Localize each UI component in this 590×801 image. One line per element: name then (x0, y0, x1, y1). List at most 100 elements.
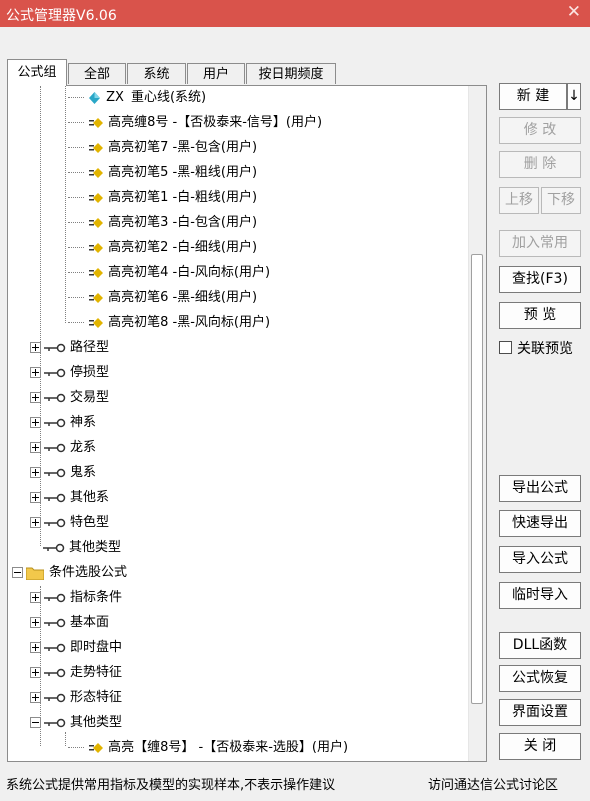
checkbox-box[interactable] (499, 341, 512, 354)
tree-node[interactable]: 鬼系 (30, 461, 96, 485)
tree-node[interactable]: 交易型 (30, 386, 109, 410)
tab-user[interactable]: 用户 (187, 63, 245, 84)
tree-node[interactable]: 基本面 (30, 611, 109, 635)
tree-node[interactable]: 形态特征 (30, 686, 122, 710)
tree-leaf[interactable]: 高亮初笔1 -白-粗线(用户) (68, 186, 257, 210)
tree-node[interactable]: 其他类型 (30, 711, 122, 735)
tree-leaf-label: 高亮初笔4 -白-风向标(用户) (108, 265, 271, 280)
tab-by-date-frequency[interactable]: 按日期频度 (246, 63, 336, 84)
move-up-button[interactable]: 上移 (499, 187, 539, 214)
tree-node-label: 鬼系 (70, 465, 97, 480)
tree-node[interactable]: 神系 (30, 411, 96, 435)
delete-button[interactable]: 删 除 (499, 151, 581, 178)
linked-preview-label: 关联预览 (517, 341, 573, 357)
new-dropdown-button[interactable]: ↓ (567, 83, 581, 110)
tree-node[interactable]: 其他系 (30, 486, 109, 510)
tree-leaf[interactable]: 高亮初笔3 -白-包含(用户) (68, 211, 257, 235)
expand-icon[interactable] (30, 342, 41, 353)
expand-icon[interactable] (30, 392, 41, 403)
modify-button[interactable]: 修 改 (499, 117, 581, 144)
tree-scrollbar[interactable] (468, 86, 486, 761)
tree-leaf-label: 高亮缠8号 -【否极泰来-信号】(用户) (108, 115, 323, 130)
collapse-icon[interactable] (12, 567, 23, 578)
tree-leaf-label: 高亮初笔3 -白-包含(用户) (108, 215, 258, 230)
move-down-button[interactable]: 下移 (541, 187, 581, 214)
window-title: 公式管理器V6.06 (6, 8, 117, 24)
expand-icon[interactable] (30, 592, 41, 603)
tree-node[interactable]: 指标条件 (30, 586, 122, 610)
expand-icon[interactable] (30, 667, 41, 678)
formula-eq-icon (89, 292, 104, 303)
formula-eq-icon (89, 742, 104, 753)
key-icon (43, 543, 65, 552)
folder-icon (26, 567, 44, 580)
tree-leaf[interactable]: 高亮【缠8号】 -【否极泰来-选股】(用户) (68, 736, 348, 760)
formula-tree[interactable]: ZX 重心线(系统) 高亮缠8号 -【否极泰来-信号】(用户) 高亮初笔7 -黑-… (7, 85, 487, 762)
close-button[interactable]: 关 闭 (499, 733, 581, 760)
tree-leaf[interactable]: ZX 重心线(系统) (68, 86, 206, 110)
tree-node-label: 神系 (70, 415, 97, 430)
dll-function-button[interactable]: DLL函数 (499, 632, 581, 659)
tree-node[interactable]: 其他类型 (43, 536, 121, 560)
tree-node[interactable]: 特色型 (30, 511, 109, 535)
tree-leaf[interactable]: 高亮初笔7 -黑-包含(用户) (68, 136, 257, 160)
key-icon (44, 718, 66, 727)
key-icon (44, 443, 66, 452)
tree-node[interactable]: 停损型 (30, 361, 109, 385)
tab-formula-group[interactable]: 公式组 (7, 59, 67, 86)
key-icon (44, 418, 66, 427)
tree-node-label: 基本面 (70, 615, 110, 630)
expand-icon[interactable] (30, 467, 41, 478)
tree-folder[interactable]: 条件选股公式 (12, 561, 127, 585)
tree-leaf[interactable]: 高亮初笔4 -白-风向标(用户) (68, 261, 270, 285)
collapse-icon[interactable] (30, 717, 41, 728)
tree-node-label: 即时盘中 (70, 640, 123, 655)
preview-button[interactable]: 预 览 (499, 302, 581, 329)
tree-node-label: 龙系 (70, 440, 97, 455)
expand-icon[interactable] (30, 617, 41, 628)
new-button[interactable]: 新 建 (499, 83, 567, 110)
tree-leaf[interactable]: 高亮初笔6 -黑-细线(用户) (68, 286, 257, 310)
forum-link[interactable]: 访问通达信公式讨论区 (428, 774, 558, 793)
tree-leaf-label: 高亮初笔1 -白-粗线(用户) (108, 190, 258, 205)
key-icon (44, 343, 66, 352)
quick-export-button[interactable]: 快速导出 (499, 510, 581, 537)
key-icon (44, 593, 66, 602)
ui-settings-button[interactable]: 界面设置 (499, 699, 581, 726)
formula-restore-button[interactable]: 公式恢复 (499, 665, 581, 692)
import-formula-button[interactable]: 导入公式 (499, 546, 581, 573)
tree-node[interactable]: 即时盘中 (30, 636, 122, 660)
close-icon[interactable]: ✕ (567, 2, 581, 22)
tree-node-label: 交易型 (70, 390, 110, 405)
key-icon (44, 693, 66, 702)
tab-system[interactable]: 系统 (127, 63, 186, 84)
expand-icon[interactable] (30, 367, 41, 378)
export-formula-button[interactable]: 导出公式 (499, 475, 581, 502)
tab-all[interactable]: 全部 (68, 63, 126, 84)
key-icon (44, 618, 66, 627)
scrollbar-thumb[interactable] (471, 254, 483, 704)
find-button[interactable]: 查找(F3) (499, 266, 581, 293)
expand-icon[interactable] (30, 517, 41, 528)
tree-node-label: 其他类型 (69, 540, 122, 555)
tree-leaf-label: 重心线(系统) (130, 90, 207, 105)
tree-leaf[interactable]: 高亮初笔8 -黑-风向标(用户) (68, 311, 270, 335)
tree-leaf[interactable]: 高亮初笔5 -黑-粗线(用户) (68, 161, 257, 185)
expand-icon[interactable] (30, 417, 41, 428)
formula-eq-icon (89, 242, 104, 253)
expand-icon[interactable] (30, 442, 41, 453)
key-icon (44, 368, 66, 377)
tree-node-label: 指标条件 (70, 590, 123, 605)
tree-node[interactable]: 龙系 (30, 436, 96, 460)
tree-leaf[interactable]: 高亮初笔2 -白-细线(用户) (68, 236, 257, 260)
formula-eq-icon (89, 167, 104, 178)
temp-import-button[interactable]: 临时导入 (499, 582, 581, 609)
tree-node[interactable]: 路径型 (30, 336, 109, 360)
linked-preview-checkbox[interactable]: 关联预览 (499, 341, 573, 357)
expand-icon[interactable] (30, 642, 41, 653)
tree-leaf[interactable]: 高亮缠8号 -【否极泰来-信号】(用户) (68, 111, 322, 135)
expand-icon[interactable] (30, 692, 41, 703)
tree-node[interactable]: 走势特征 (30, 661, 122, 685)
add-common-button[interactable]: 加入常用 (499, 230, 581, 257)
expand-icon[interactable] (30, 492, 41, 503)
